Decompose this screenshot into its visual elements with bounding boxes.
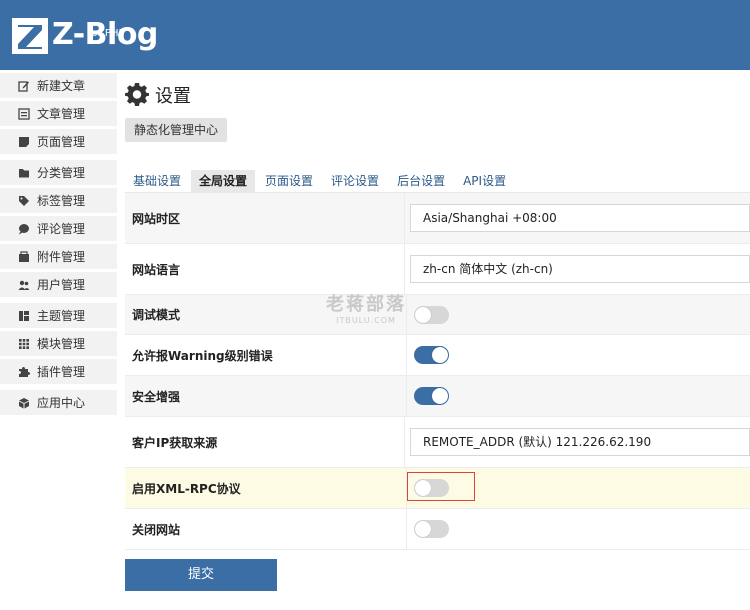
comment-icon [18, 223, 30, 235]
page-title-text: 设置 [155, 86, 191, 107]
setting-row-client-ip: 客户IP获取来源 REMOTE_ADDR (默认) 121.226.62.190 [125, 417, 750, 468]
sidebar-item-articles[interactable]: 文章管理 [0, 101, 117, 129]
tab-comment[interactable]: 评论设置 [323, 170, 387, 192]
sidebar-item-pages[interactable]: 页面管理 [0, 129, 117, 157]
setting-label: 网站时区 [125, 193, 405, 243]
users-icon [18, 279, 30, 291]
setting-row-timezone: 网站时区 Asia/Shanghai +08:00 [125, 193, 750, 244]
logo-subtitle: for PHP [88, 28, 125, 39]
sidebar-item-label: 插件管理 [37, 365, 86, 379]
sidebar-item-label: 用户管理 [37, 278, 86, 292]
setting-label: 网站语言 [125, 244, 405, 294]
attachment-icon [18, 250, 30, 263]
logo[interactable]: Z-Blog [12, 18, 158, 58]
sidebar-item-label: 应用中心 [37, 396, 86, 410]
setting-row-language: 网站语言 zh-cn 简体中文 (zh-cn) [125, 244, 750, 295]
main-content: 设置 静态化管理中心 基础设置 全局设置 页面设置 评论设置 后台设置 API设… [125, 78, 750, 550]
header: Z-Blog for PHP [0, 0, 750, 70]
sidebar-item-label: 文章管理 [37, 107, 86, 121]
theme-icon [18, 310, 30, 322]
tab-page[interactable]: 页面设置 [257, 170, 321, 192]
sidebar-item-label: 新建文章 [37, 79, 86, 93]
setting-row-security: 安全增强 [125, 376, 750, 417]
grid-icon [18, 338, 30, 350]
setting-label: 安全增强 [125, 376, 407, 416]
close-site-toggle[interactable] [414, 520, 449, 538]
language-input[interactable]: zh-cn 简体中文 (zh-cn) [410, 255, 750, 283]
setting-label: 调试模式 [125, 295, 407, 334]
sidebar-item-modules[interactable]: 模块管理 [0, 331, 117, 359]
sidebar-item-app-center[interactable]: 应用中心 [0, 390, 117, 418]
sidebar-item-comments[interactable]: 评论管理 [0, 216, 117, 244]
sidebar-item-themes[interactable]: 主题管理 [0, 303, 117, 331]
sidebar-item-attachments[interactable]: 附件管理 [0, 244, 117, 272]
tab-backend[interactable]: 后台设置 [389, 170, 453, 192]
setting-row-xmlrpc: 启用XML-RPC协议 [125, 468, 750, 509]
folder-icon [18, 167, 30, 179]
setting-label: 关闭网站 [125, 509, 407, 549]
sidebar-item-label: 评论管理 [37, 222, 86, 236]
gear-icon [125, 82, 149, 109]
setting-label: 启用XML-RPC协议 [125, 468, 407, 508]
settings-table: 网站时区 Asia/Shanghai +08:00 网站语言 zh-cn 简体中… [125, 192, 750, 550]
setting-row-warning: 允许报Warning级别错误 [125, 335, 750, 376]
sidebar-item-label: 主题管理 [37, 309, 86, 323]
setting-row-close-site: 关闭网站 [125, 509, 750, 550]
articles-icon [18, 107, 30, 120]
submit-button[interactable]: 提交 [125, 559, 277, 591]
timezone-input[interactable]: Asia/Shanghai +08:00 [410, 204, 750, 232]
client-ip-select[interactable]: REMOTE_ADDR (默认) 121.226.62.190 [410, 428, 750, 456]
tag-icon [18, 195, 30, 207]
sidebar-item-plugins[interactable]: 插件管理 [0, 359, 117, 387]
page-icon [18, 136, 30, 148]
edit-icon [18, 80, 30, 92]
debug-toggle[interactable] [414, 305, 449, 324]
warning-toggle[interactable] [414, 346, 449, 364]
sidebar: 新建文章 文章管理 页面管理 分类管理 标签管理 评论管理 附件管理 用户管理 … [0, 73, 117, 418]
sidebar-item-new-article[interactable]: 新建文章 [0, 73, 117, 101]
page-title: 设置 [125, 78, 750, 112]
static-management-button[interactable]: 静态化管理中心 [125, 118, 228, 142]
sidebar-item-users[interactable]: 用户管理 [0, 272, 117, 300]
security-toggle[interactable] [414, 387, 449, 405]
logo-z-icon [12, 18, 48, 54]
setting-row-debug: 调试模式 [125, 295, 750, 335]
settings-tabs: 基础设置 全局设置 页面设置 评论设置 后台设置 API设置 [125, 170, 516, 192]
sidebar-item-tags[interactable]: 标签管理 [0, 188, 117, 216]
tab-api[interactable]: API设置 [455, 170, 514, 192]
xmlrpc-toggle[interactable] [414, 479, 449, 497]
box-icon [18, 397, 30, 409]
sidebar-item-categories[interactable]: 分类管理 [0, 160, 117, 188]
sidebar-item-label: 标签管理 [37, 194, 86, 208]
sidebar-item-label: 模块管理 [37, 337, 86, 351]
sidebar-item-label: 附件管理 [37, 250, 86, 264]
sidebar-item-label: 分类管理 [37, 166, 86, 180]
sidebar-item-label: 页面管理 [37, 135, 86, 149]
setting-label: 允许报Warning级别错误 [125, 335, 407, 375]
tab-basic[interactable]: 基础设置 [125, 170, 189, 192]
setting-label: 客户IP获取来源 [125, 417, 405, 467]
puzzle-icon [18, 366, 30, 378]
tab-global[interactable]: 全局设置 [191, 170, 256, 192]
